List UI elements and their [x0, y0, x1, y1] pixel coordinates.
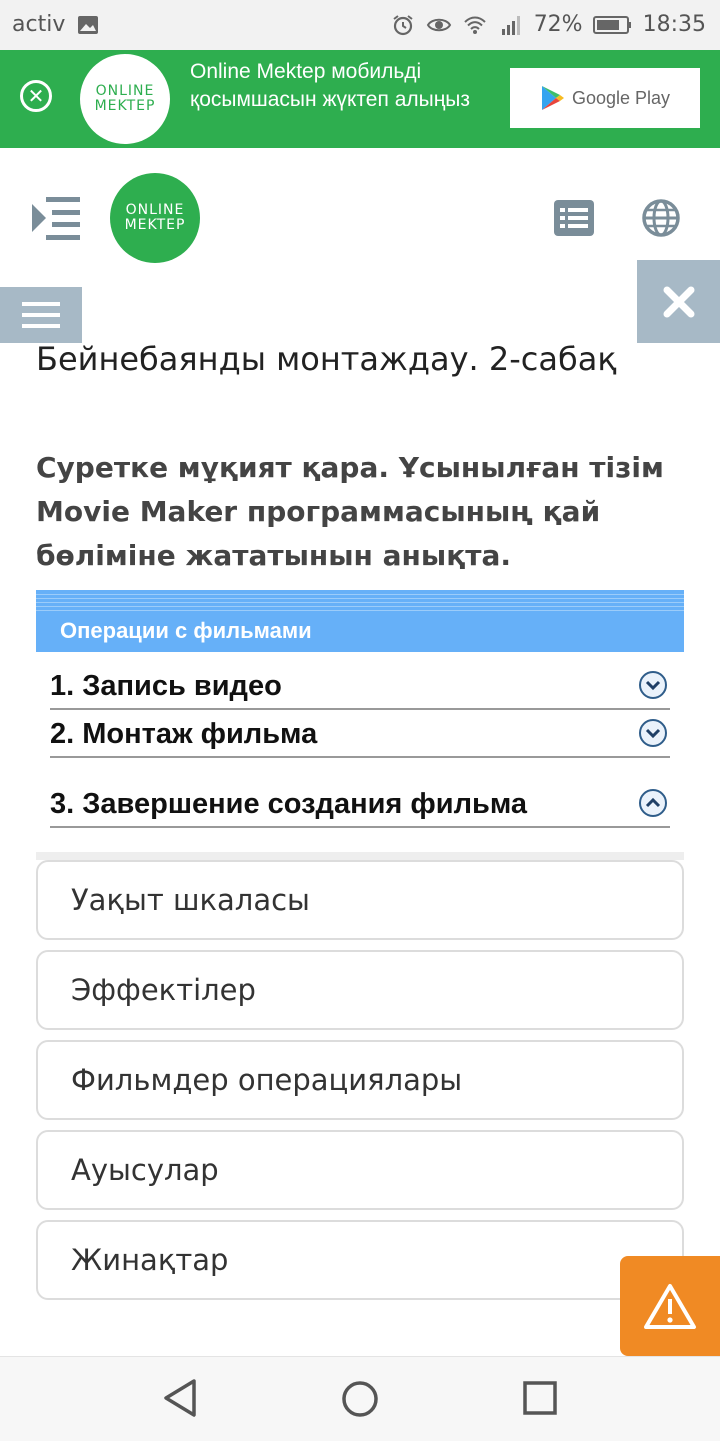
signal-icon	[501, 15, 520, 35]
wifi-icon	[463, 16, 486, 34]
google-play-button[interactable]: Google Play	[510, 68, 700, 128]
image-header-text: Операции с фильмами	[60, 618, 312, 643]
back-icon[interactable]	[160, 1377, 200, 1419]
header-logo-line-1: ONLINE	[125, 202, 185, 218]
image-header: Операции с фильмами	[36, 590, 684, 652]
globe-icon[interactable]	[641, 198, 681, 238]
list-icon[interactable]	[554, 200, 594, 236]
alarm-icon	[393, 14, 413, 35]
warning-icon	[644, 1284, 696, 1329]
answer-option-3[interactable]: Фильмдер операциялары	[36, 1040, 684, 1120]
status-bar: activ 72% 18:35	[0, 0, 720, 50]
eye-icon	[426, 18, 451, 31]
image-icon	[78, 15, 99, 34]
close-icon	[663, 286, 694, 317]
google-play-icon	[541, 86, 564, 110]
lesson-title: Бейнебаянды монтаждау. 2-сабақ	[36, 340, 617, 378]
image-list-row: 1. Запись видео	[50, 666, 670, 710]
close-panel-button[interactable]	[637, 260, 720, 343]
app-promo-banner: ✕ ONLINE MEKTEP Online Mektep мобильді қ…	[0, 50, 720, 148]
header-logo-line-2: MEKTEP	[124, 217, 186, 233]
answer-option-5[interactable]: Жинақтар	[36, 1220, 684, 1300]
menu-toggle-button[interactable]	[0, 287, 82, 343]
battery-icon	[592, 15, 631, 34]
chevron-down-icon	[639, 719, 667, 747]
report-button[interactable]	[620, 1256, 720, 1356]
google-play-label: Google Play	[571, 87, 671, 108]
logo-line-1: ONLINE	[95, 83, 155, 99]
chevron-down-icon	[639, 671, 667, 699]
home-icon[interactable]	[340, 1379, 380, 1419]
menu-icon	[22, 302, 60, 328]
clock: 18:35	[642, 12, 706, 37]
image-list-row: 3. Завершение создания фильма	[50, 784, 670, 828]
logo-line-2: MEKTEP	[94, 98, 156, 114]
answer-option-1[interactable]: Уақыт шкаласы	[36, 860, 684, 940]
online-mektep-logo: ONLINE MEKTEP	[80, 54, 170, 144]
close-icon[interactable]: ✕	[20, 80, 52, 112]
promo-text: Online Mektep мобильді қосымшасын жүктеп…	[190, 60, 471, 111]
recent-apps-icon[interactable]	[523, 1381, 557, 1415]
question-text: Суретке мұқият қара. Ұсынылған тізім Mov…	[36, 451, 664, 572]
battery-percent: 72%	[533, 12, 583, 37]
system-nav-bar	[0, 1356, 720, 1441]
answer-option-2[interactable]: Эффектілер	[36, 950, 684, 1030]
sidebar-menu-icon[interactable]	[30, 195, 82, 241]
question-image: Операции с фильмами 1. Запись видео 2. М…	[36, 590, 684, 860]
answer-option-4[interactable]: Ауысулар	[36, 1130, 684, 1210]
carrier-label: activ	[12, 12, 66, 37]
image-row-label: 2. Монтаж фильма	[50, 718, 318, 750]
image-row-label: 3. Завершение создания фильма	[50, 788, 528, 820]
header-logo[interactable]: ONLINE MEKTEP	[110, 173, 200, 263]
chevron-up-icon	[639, 789, 667, 817]
image-row-label: 1. Запись видео	[50, 670, 282, 702]
image-list-row: 2. Монтаж фильма	[50, 714, 670, 758]
